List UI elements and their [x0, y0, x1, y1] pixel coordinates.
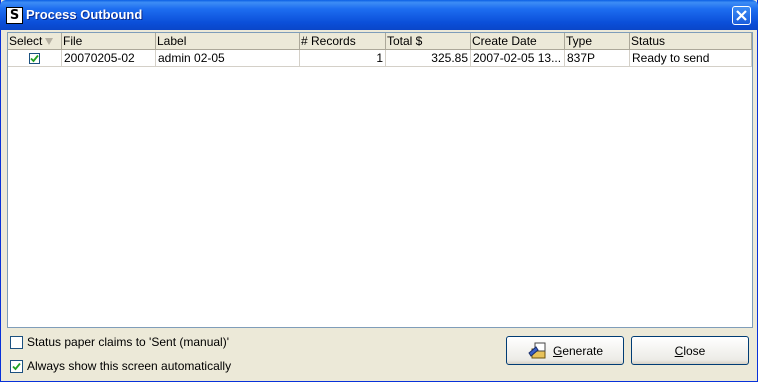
- close-label: lose: [683, 343, 706, 358]
- window-close-button[interactable]: [732, 6, 751, 25]
- records-cell: 1: [300, 50, 386, 67]
- column-header-label[interactable]: Label: [156, 33, 300, 50]
- type-cell: 837P: [565, 50, 630, 67]
- always-show-checkbox[interactable]: [10, 359, 23, 373]
- grid-header: Select File Label # Records Total $ Crea…: [8, 33, 752, 50]
- status-paper-label: Status paper claims to 'Sent (manual)': [27, 335, 230, 349]
- always-show-option[interactable]: Always show this screen automatically: [10, 359, 231, 373]
- column-header-records[interactable]: # Records: [300, 33, 386, 50]
- status-paper-option[interactable]: Status paper claims to 'Sent (manual)': [10, 335, 229, 349]
- column-header-total[interactable]: Total $: [386, 33, 471, 50]
- generate-button[interactable]: Generate: [506, 336, 624, 365]
- checkmark-icon: [30, 55, 39, 63]
- generate-mnemonic: G: [552, 343, 563, 358]
- status-paper-checkbox[interactable]: [10, 335, 23, 349]
- file-cell: 20070205-02: [62, 50, 156, 67]
- create-date-cell: 2007-02-05 13...: [471, 50, 565, 67]
- row-select-checkbox[interactable]: [29, 53, 40, 65]
- process-outbound-window: S Process Outbound Select File Label # R…: [0, 0, 758, 382]
- filter-icon[interactable]: [45, 38, 54, 46]
- column-header-create-date[interactable]: Create Date: [471, 33, 565, 50]
- total-cell: 325.85: [386, 50, 471, 67]
- column-header-type[interactable]: Type: [565, 33, 630, 50]
- label-cell: admin 02-05: [156, 50, 300, 67]
- checkmark-icon: [12, 362, 21, 370]
- select-cell[interactable]: [8, 50, 62, 67]
- generate-label: enerate: [562, 343, 604, 358]
- column-header-status[interactable]: Status: [630, 33, 752, 50]
- column-header-select[interactable]: Select: [8, 33, 62, 50]
- title-bar[interactable]: S Process Outbound: [0, 0, 758, 30]
- generate-icon: [528, 342, 546, 358]
- status-cell: Ready to send: [630, 50, 752, 67]
- window-title: Process Outbound: [26, 7, 143, 22]
- column-header-file[interactable]: File: [62, 33, 156, 50]
- table-row[interactable]: 20070205-02 admin 02-05 1 325.85 2007-02…: [8, 50, 752, 67]
- app-icon: S: [6, 7, 23, 24]
- outbound-grid[interactable]: Select File Label # Records Total $ Crea…: [7, 32, 753, 328]
- always-show-label: Always show this screen automatically: [27, 359, 232, 373]
- close-button[interactable]: Close: [631, 336, 749, 365]
- close-icon: [736, 10, 747, 21]
